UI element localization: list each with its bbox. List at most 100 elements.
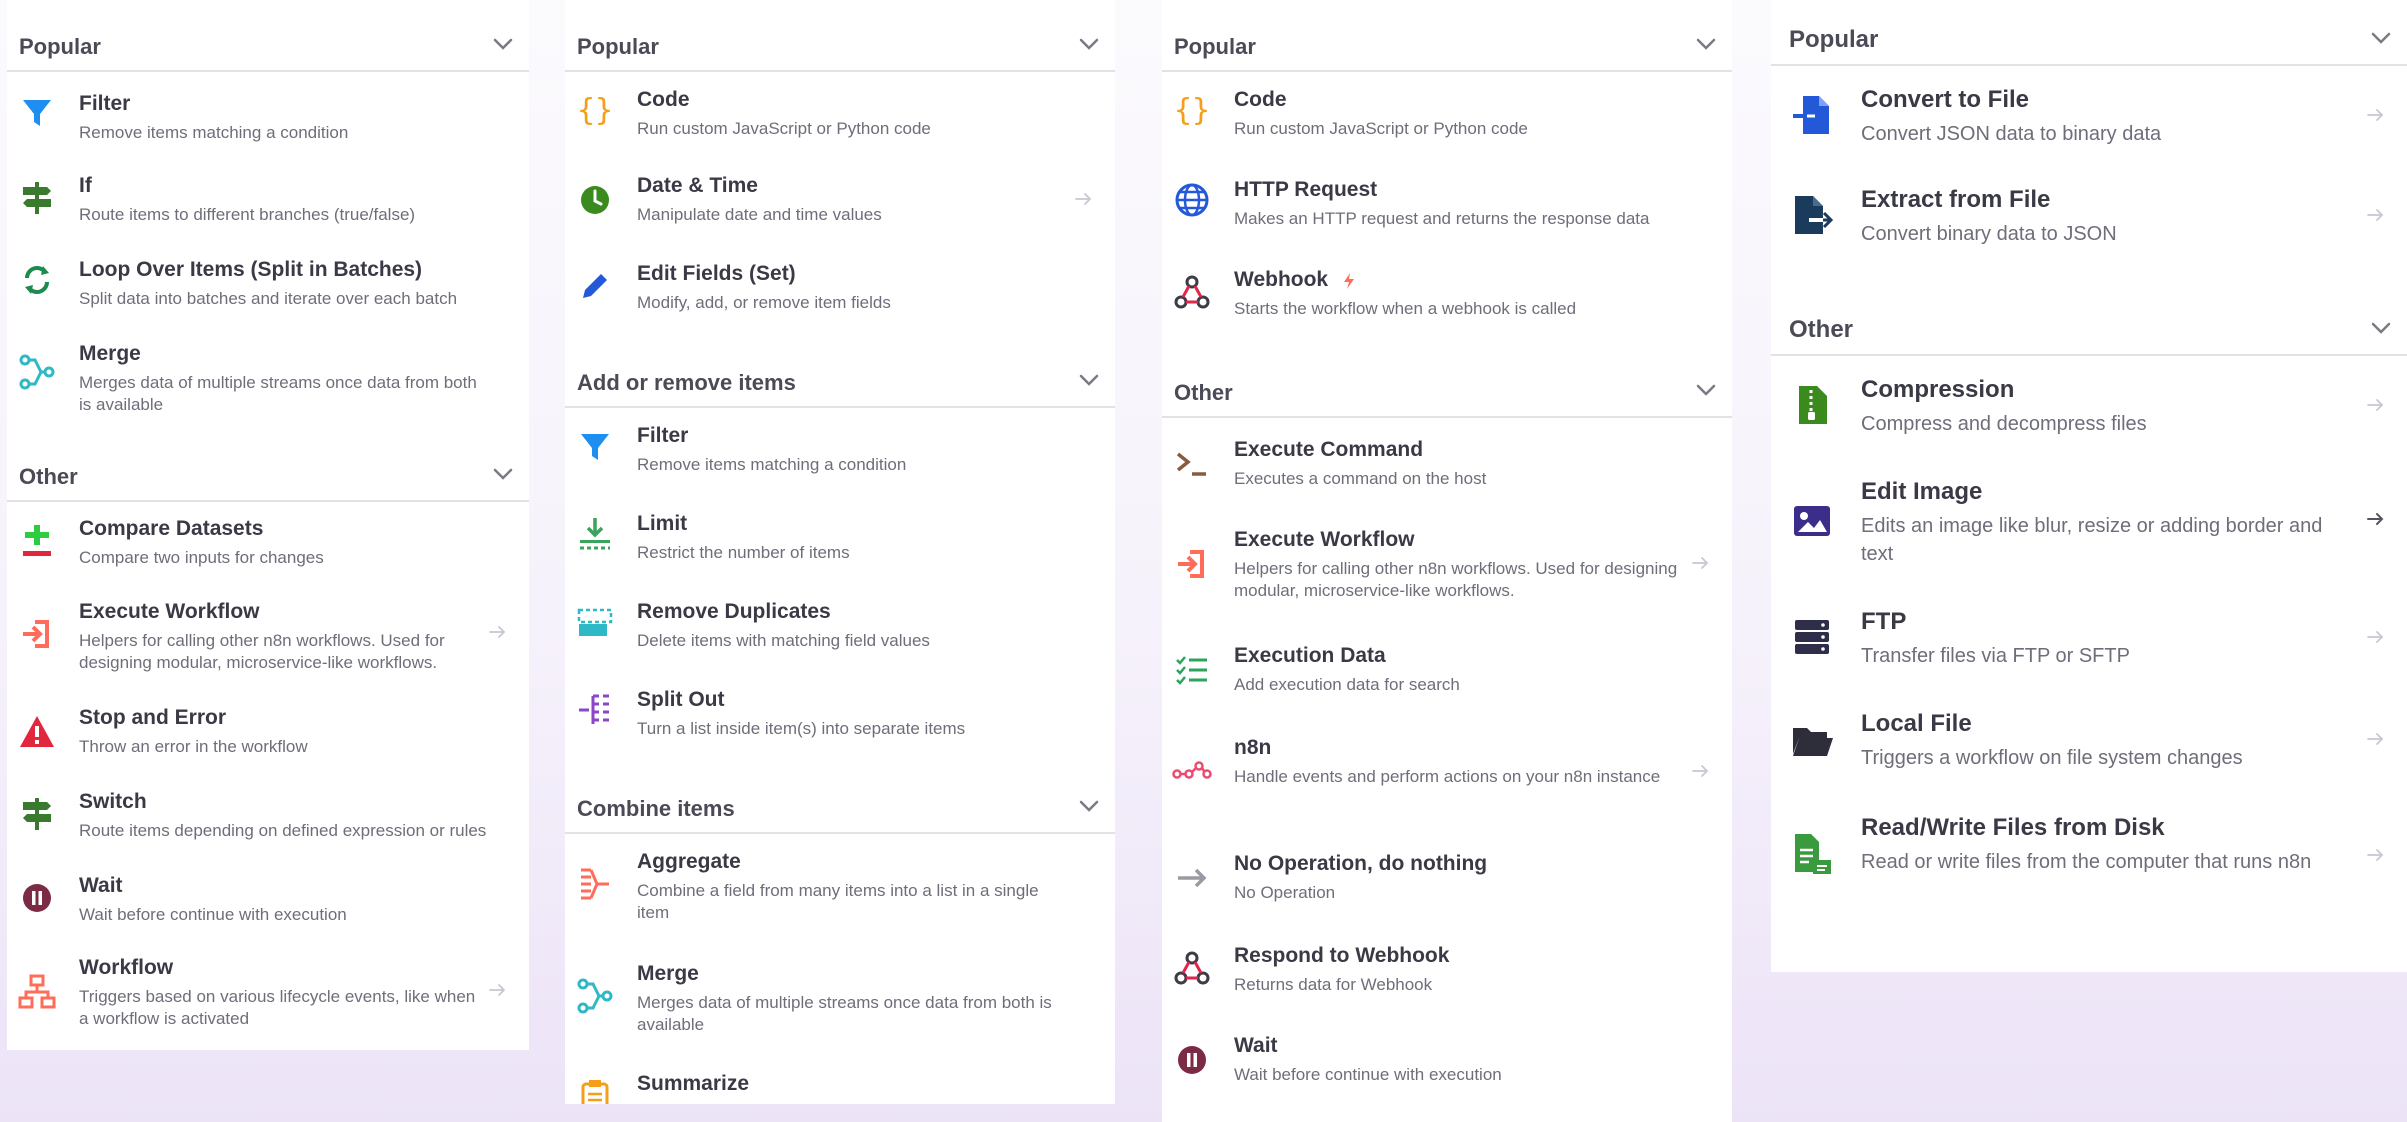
node-item-code[interactable]: Code Run custom JavaScript or Python cod… — [565, 88, 1115, 148]
node-item-local-file[interactable]: Local File Triggers a workflow on file s… — [1771, 710, 2407, 780]
node-item-stop-and-error[interactable]: Stop and Error Throw an error in the wor… — [7, 706, 529, 766]
node-item-http-request[interactable]: HTTP Request Makes an HTTP request and r… — [1162, 178, 1732, 238]
node-item-date-time[interactable]: Date & Time Manipulate date and time val… — [565, 174, 1115, 234]
node-title: Edit Image — [1861, 478, 1983, 505]
bolt-icon — [1342, 272, 1356, 290]
node-item-convert-to-file[interactable]: Convert to File Convert JSON data to bin… — [1771, 86, 2407, 156]
node-description: Convert binary data to JSON — [1861, 223, 2117, 245]
section-header-other[interactable]: Other — [1162, 346, 1732, 418]
arrow-right-icon — [2367, 848, 2385, 862]
chevron-down-icon[interactable] — [1694, 36, 1718, 52]
node-title: Workflow — [79, 956, 174, 979]
node-description: Merges data of multiple streams once dat… — [637, 993, 1052, 1034]
node-title: Stop and Error — [79, 706, 227, 729]
node-title: Code — [1234, 88, 1287, 111]
section-header-popular[interactable]: Popular — [1162, 0, 1732, 72]
webhook-icon — [1172, 948, 1212, 988]
node-item-switch[interactable]: Switch Route items depending on defined … — [7, 790, 529, 850]
node-item-compression[interactable]: Compression Compress and decompress file… — [1771, 376, 2407, 446]
sign-in-icon — [1172, 544, 1212, 584]
node-item-respond-to-webhook[interactable]: Respond to Webhook Returns data for Webh… — [1162, 944, 1732, 1004]
server-icon — [1789, 614, 1835, 660]
chevron-down-icon[interactable] — [491, 466, 515, 482]
node-item-if[interactable]: If Route items to different branches (tr… — [7, 174, 529, 234]
node-item-aggregate[interactable]: Aggregate Combine a field from many item… — [565, 850, 1115, 925]
node-title: HTTP Request — [1234, 178, 1378, 201]
pause-icon — [17, 878, 57, 918]
node-description: No Operation — [1234, 883, 1336, 902]
nodes-panel-3: Popular Code Run custom JavaScript or Py… — [1162, 0, 1732, 1122]
node-title: Wait — [79, 874, 123, 897]
node-description: Modify, add, or remove item fields — [637, 293, 891, 312]
node-description: Route items depending on defined express… — [79, 821, 487, 840]
node-item-read-write-files[interactable]: Read/Write Files from Disk Read or write… — [1771, 814, 2407, 904]
node-item-execution-data[interactable]: Execution Data Add execution data for se… — [1162, 644, 1732, 704]
section-header-popular[interactable]: Popular — [565, 0, 1115, 72]
section-header-popular[interactable]: Popular — [1771, 0, 2407, 66]
node-description: Edits an image like blur, resize or addi… — [1861, 515, 2323, 565]
node-item-execute-workflow[interactable]: Execute Workflow Helpers for calling oth… — [7, 600, 529, 672]
node-item-limit[interactable]: Limit Restrict the number of items — [565, 512, 1115, 572]
node-item-execute-workflow[interactable]: Execute Workflow Helpers for calling oth… — [1162, 528, 1732, 603]
node-title: Filter — [79, 92, 131, 115]
node-title: Execute Workflow — [79, 600, 260, 623]
signpost-icon — [17, 178, 57, 218]
node-item-webhook[interactable]: Webhook Starts the workflow when a webho… — [1162, 268, 1732, 328]
filter-icon — [17, 92, 57, 132]
node-item-compare-datasets[interactable]: Compare Datasets Compare two inputs for … — [7, 517, 529, 577]
chevron-down-icon[interactable] — [1077, 36, 1101, 52]
node-item-execute-command[interactable]: Execute Command Executes a command on th… — [1162, 438, 1732, 498]
node-description: Transfer files via FTP or SFTP — [1861, 645, 2130, 667]
node-item-n8n[interactable]: n8n Handle events and perform actions on… — [1162, 736, 1732, 811]
node-title: Filter — [637, 424, 689, 447]
node-item-split-out[interactable]: Split Out Turn a list inside item(s) int… — [565, 688, 1115, 748]
node-description: Remove items matching a condition — [79, 123, 349, 142]
chevron-down-icon[interactable] — [1694, 382, 1718, 398]
node-item-merge[interactable]: Merge Merges data of multiple streams on… — [7, 342, 529, 414]
node-title: Compare Datasets — [79, 517, 264, 540]
section-header-add-or-remove-items[interactable]: Add or remove items — [565, 336, 1115, 408]
signpost-icon — [17, 794, 57, 834]
node-item-summarize[interactable]: Summarize — [565, 1072, 1115, 1104]
node-item-remove-duplicates[interactable]: Remove Duplicates Delete items with matc… — [565, 600, 1115, 660]
section-header-combine-items[interactable]: Combine items — [565, 762, 1115, 834]
node-item-edit-fields[interactable]: Edit Fields (Set) Modify, add, or remove… — [565, 262, 1115, 322]
node-description: Route items to different branches (true/… — [79, 205, 416, 224]
node-item-merge[interactable]: Merge Merges data of multiple streams on… — [565, 962, 1115, 1037]
n8n-logo-icon — [1172, 750, 1212, 790]
node-title: Extract from File — [1861, 186, 2051, 213]
chevron-down-icon[interactable] — [2369, 30, 2393, 46]
node-title: Split Out — [637, 688, 725, 711]
node-item-workflow[interactable]: Workflow Triggers based on various lifec… — [7, 956, 529, 1031]
remove-duplicates-icon — [575, 602, 615, 642]
chevron-down-icon[interactable] — [2369, 320, 2393, 336]
node-item-ftp[interactable]: FTP Transfer files via FTP or SFTP — [1771, 608, 2407, 678]
node-item-filter[interactable]: Filter Remove items matching a condition — [7, 92, 529, 152]
chevron-down-icon[interactable] — [491, 36, 515, 52]
section-header-other[interactable]: Other — [1771, 290, 2407, 356]
arrow-right-icon — [1692, 764, 1710, 778]
section-header-popular[interactable]: Popular — [7, 0, 529, 72]
node-title: Read/Write Files from Disk — [1861, 814, 2165, 841]
node-description: Wait before continue with execution — [1234, 1065, 1502, 1084]
node-item-wait[interactable]: Wait Wait before continue with execution — [1162, 1034, 1732, 1094]
chevron-down-icon[interactable] — [1077, 372, 1101, 388]
node-title: Edit Fields (Set) — [637, 262, 796, 285]
arrow-right-icon — [2367, 512, 2385, 526]
node-item-extract-from-file[interactable]: Extract from File Convert binary data to… — [1771, 186, 2407, 256]
nodes-panel-4: Popular Convert to File Convert JSON dat… — [1771, 0, 2407, 972]
node-item-loop-over-items[interactable]: Loop Over Items (Split in Batches) Split… — [7, 258, 529, 318]
node-item-filter[interactable]: Filter Remove items matching a condition — [565, 424, 1115, 484]
chevron-down-icon[interactable] — [1077, 798, 1101, 814]
sync-icon — [17, 260, 57, 300]
node-item-no-operation[interactable]: No Operation, do nothing No Operation — [1162, 852, 1732, 912]
node-item-wait[interactable]: Wait Wait before continue with execution — [7, 874, 529, 934]
code-braces-icon — [1172, 90, 1212, 130]
node-title: Remove Duplicates — [637, 600, 831, 623]
node-item-code[interactable]: Code Run custom JavaScript or Python cod… — [1162, 88, 1732, 148]
arrow-right-icon — [1692, 556, 1710, 570]
node-title: Switch — [79, 790, 147, 813]
section-header-other[interactable]: Other — [7, 430, 529, 502]
node-item-edit-image[interactable]: Edit Image Edits an image like blur, res… — [1771, 478, 2407, 568]
arrow-right-icon — [1075, 192, 1093, 206]
